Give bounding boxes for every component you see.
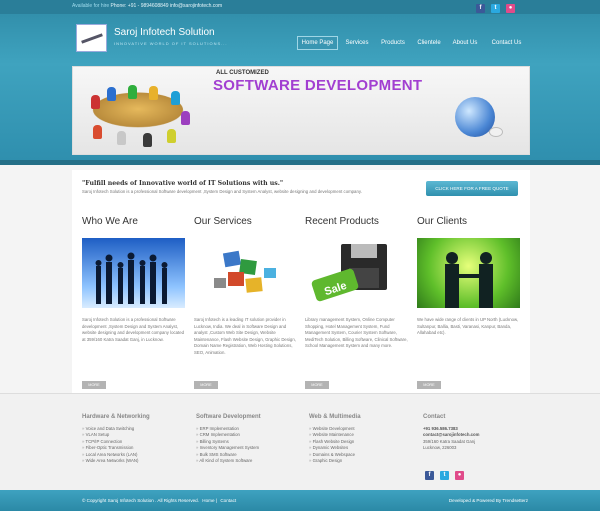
person-figure bbox=[149, 86, 158, 100]
column-text: Library management System, Online Comput… bbox=[305, 317, 408, 349]
puzzle-image bbox=[194, 238, 297, 308]
person-figure bbox=[91, 95, 100, 109]
contact-info: Phone: +91 - 9894608849 info@sarojinfote… bbox=[110, 3, 223, 9]
intro-title: "Fulfill needs of Innovative world of IT… bbox=[82, 180, 284, 187]
column-text: Saroj Infotech is a leading IT solution … bbox=[194, 317, 296, 355]
logo-image bbox=[76, 24, 107, 52]
free-quote-button[interactable]: CLICK HERE FOR A FREE QUOTE bbox=[426, 181, 518, 196]
contact-city: Lucknow, 226003 bbox=[423, 445, 457, 451]
nav-home[interactable]: Home Page bbox=[297, 36, 338, 50]
footer-link[interactable]: Graphic Design bbox=[309, 458, 409, 464]
person-figure bbox=[171, 91, 180, 105]
handshake-image bbox=[417, 238, 520, 308]
site-footer: Hardware & Networking Voice and Data Swi… bbox=[0, 393, 600, 490]
copyright: © Copyright Saroj Infotech Solution . Al… bbox=[82, 498, 236, 503]
footer-hardware: Hardware & Networking Voice and Data Swi… bbox=[82, 414, 182, 464]
column-heading: Recent Products bbox=[305, 216, 379, 227]
hero-banner: ALL CUSTOMIZED SOFTWARE DEVELOPMENT bbox=[72, 66, 530, 155]
column-heading: Our Services bbox=[194, 216, 252, 227]
column-text: Saroj Infotech Solution is a professiona… bbox=[82, 317, 184, 342]
site-logo[interactable]: Saroj Infotech Solution INNOVATIVE WORLD… bbox=[76, 24, 241, 52]
facebook-icon[interactable]: f bbox=[476, 4, 485, 13]
footer-home-link[interactable]: Home bbox=[202, 498, 214, 503]
person-figure bbox=[143, 133, 152, 147]
header-strip bbox=[0, 160, 600, 165]
footer-heading: Software Development bbox=[196, 414, 261, 420]
footer-heading: Web & Multimedia bbox=[309, 414, 361, 420]
nav-contact[interactable]: Contact Us bbox=[488, 36, 525, 50]
footer-heading: Contact bbox=[423, 414, 446, 420]
availability-label: Available for hire bbox=[72, 3, 110, 9]
mouse-illustration bbox=[489, 127, 503, 137]
business-people-image bbox=[82, 238, 185, 308]
flickr-icon[interactable]: ● bbox=[455, 471, 464, 480]
person-figure bbox=[181, 111, 190, 125]
column-our-clients: Our Clients We have wide range of client… bbox=[417, 216, 520, 389]
footer-link[interactable]: Wide Area Networks (WAN) bbox=[82, 458, 182, 464]
person-figure bbox=[128, 85, 137, 99]
person-figure bbox=[107, 87, 116, 101]
column-heading: Our Clients bbox=[417, 216, 468, 227]
availability-text: Available for hire Phone: +91 - 98946088… bbox=[72, 3, 222, 9]
column-who-we-are: Who We Are Saroj Infotech Solution is a … bbox=[82, 216, 185, 389]
facebook-icon[interactable]: f bbox=[425, 471, 434, 480]
column-text: We have wide range of clients in UP Nort… bbox=[417, 317, 519, 336]
nav-services[interactable]: Services bbox=[343, 36, 371, 50]
column-recent-products: Recent Products Sale Library management … bbox=[305, 216, 408, 389]
banner-headline: SOFTWARE DEVELOPMENT bbox=[213, 77, 423, 94]
more-button[interactable]: MORE bbox=[194, 381, 218, 389]
footer-software: Software Development ERP Implementation … bbox=[196, 414, 296, 464]
footer-heading: Hardware & Networking bbox=[82, 414, 150, 420]
person-figure bbox=[93, 125, 102, 139]
separator: | bbox=[215, 498, 218, 503]
banner-kicker: ALL CUSTOMIZED bbox=[216, 70, 269, 76]
nav-about[interactable]: About Us bbox=[451, 36, 479, 50]
logo-title: Saroj Infotech Solution bbox=[114, 27, 215, 38]
twitter-icon[interactable]: t bbox=[440, 471, 449, 480]
more-button[interactable]: MORE bbox=[82, 381, 106, 389]
footer-web: Web & Multimedia Website Development Web… bbox=[309, 414, 409, 464]
more-button[interactable]: MORE bbox=[417, 381, 441, 389]
column-our-services: Our Services Saroj Infotech is a leading… bbox=[194, 216, 297, 389]
footer-contact: Contact +91 936.586.7383 contact@sarojin… bbox=[423, 414, 523, 452]
nav-clientele[interactable]: Clientele bbox=[415, 36, 443, 50]
nav-products[interactable]: Products bbox=[379, 36, 407, 50]
twitter-icon[interactable]: t bbox=[491, 4, 500, 13]
flickr-icon[interactable]: ● bbox=[506, 4, 515, 13]
developed-by: Developed & Powered By Trendsetterz bbox=[448, 498, 528, 503]
copyright-text: © Copyright Saroj Infotech Solution . Al… bbox=[82, 498, 200, 503]
more-button[interactable]: MORE bbox=[305, 381, 329, 389]
footer-contact-link[interactable]: Contact bbox=[220, 498, 236, 503]
top-bar: Available for hire Phone: +91 - 98946088… bbox=[0, 0, 600, 14]
floppy-sale-image: Sale bbox=[305, 238, 408, 308]
site-header: Available for hire Phone: +91 - 98946088… bbox=[0, 0, 600, 160]
intro-text: Saroj Infotech Solution is a professiona… bbox=[82, 189, 362, 194]
footer-link[interactable]: All Kind of System Software bbox=[196, 458, 296, 464]
logo-tagline: INNOVATIVE WORLD OF IT SOLUTIONS... bbox=[114, 41, 228, 46]
person-figure bbox=[167, 129, 176, 143]
column-heading: Who We Are bbox=[82, 216, 138, 227]
person-figure bbox=[117, 131, 126, 145]
bottom-bar: © Copyright Saroj Infotech Solution . Al… bbox=[0, 490, 600, 511]
